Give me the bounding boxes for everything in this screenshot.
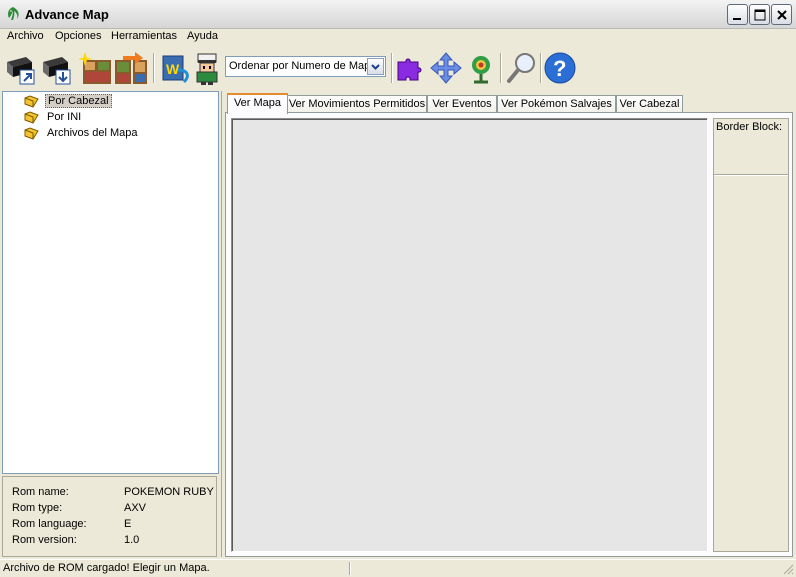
divider xyxy=(714,174,788,176)
border-block-panel: Border Block: xyxy=(713,118,789,552)
rom-version-label: Rom version: xyxy=(12,534,77,546)
border-block-label: Border Block: xyxy=(716,121,783,133)
open-rom-button[interactable] xyxy=(4,50,40,86)
menu-herramientas[interactable]: Herramientas xyxy=(111,30,177,42)
sort-select-value: Ordenar por Numero de Mapa xyxy=(229,60,367,72)
menu-bar: Archivo Opciones Herramientas Ayuda xyxy=(0,29,796,45)
folder-icon xyxy=(24,95,39,108)
save-rom-icon xyxy=(43,57,71,85)
trainer-icon xyxy=(196,53,218,85)
help-button[interactable]: ? xyxy=(542,50,578,86)
rom-info-panel: Rom name: POKEMON RUBY Rom type: AXV Rom… xyxy=(2,476,217,557)
wild-pokemon-button[interactable] xyxy=(462,50,498,86)
sort-select[interactable]: Ordenar por Numero de Mapa xyxy=(225,56,386,77)
minimize-icon xyxy=(733,18,741,20)
puzzle-icon xyxy=(397,58,422,81)
leaf-icon xyxy=(8,7,19,20)
map-header-icon xyxy=(77,52,111,84)
chevron-down-icon[interactable] xyxy=(367,58,384,75)
svg-text:?: ? xyxy=(553,56,566,81)
map-tree[interactable]: Por Cabezal Por INI Archivos del Mapa xyxy=(2,91,219,474)
move-arrows-button[interactable] xyxy=(428,50,464,86)
minimize-button[interactable] xyxy=(727,4,748,25)
rom-language-label: Rom language: xyxy=(12,518,87,530)
tab-ver-mapa[interactable]: Ver Mapa xyxy=(227,93,288,114)
connections-icon xyxy=(115,52,147,84)
rom-language-value: E xyxy=(124,518,132,530)
panel-splitter[interactable] xyxy=(221,91,224,557)
resize-grip-icon[interactable] xyxy=(782,563,794,575)
svg-text:W: W xyxy=(166,61,180,77)
menu-archivo[interactable]: Archivo xyxy=(7,30,44,42)
map-canvas[interactable] xyxy=(231,118,708,552)
tree-item-label: Por Cabezal xyxy=(45,94,112,108)
menu-ayuda[interactable]: Ayuda xyxy=(187,30,218,42)
folder-icon xyxy=(24,127,39,140)
search-icon xyxy=(507,53,535,83)
rom-version-value: 1.0 xyxy=(124,534,140,546)
tree-item-label: Por INI xyxy=(47,111,82,123)
status-text: Archivo de ROM cargado! Elegir un Mapa. xyxy=(3,562,210,574)
open-rom-icon xyxy=(7,57,35,85)
tab-ver-eventos[interactable]: Ver Eventos xyxy=(427,95,497,113)
move-arrows-icon xyxy=(430,52,462,84)
wild-pokemon-icon xyxy=(472,56,490,84)
search-button[interactable] xyxy=(504,50,540,86)
tab-ver-cabezal[interactable]: Ver Cabezal xyxy=(616,95,683,113)
map-header-button[interactable] xyxy=(77,50,115,86)
maximize-icon xyxy=(754,9,766,21)
rom-name-value: POKEMON RUBY xyxy=(124,486,214,498)
close-button[interactable] xyxy=(771,4,792,25)
toolbar-separator xyxy=(153,53,155,83)
save-rom-button[interactable] xyxy=(40,50,76,86)
window-title: Advance Map xyxy=(25,7,109,22)
toolbar: W Ordenar por Numero de Mapa ? xyxy=(0,45,796,91)
rom-name-label: Rom name: xyxy=(12,486,69,498)
status-bar: Archivo de ROM cargado! Elegir un Mapa. xyxy=(0,559,796,577)
close-icon xyxy=(777,10,787,20)
connections-button[interactable] xyxy=(113,50,149,86)
rom-type-value: AXV xyxy=(124,502,147,514)
trainer-button[interactable] xyxy=(189,50,225,86)
status-separator xyxy=(349,562,351,575)
help-icon: ? xyxy=(544,52,576,84)
maximize-button[interactable] xyxy=(749,4,770,25)
folder-icon xyxy=(24,111,39,124)
toolbar-separator xyxy=(500,53,502,83)
rom-type-label: Rom type: xyxy=(12,502,63,514)
menu-opciones[interactable]: Opciones xyxy=(55,30,101,42)
tree-item-label: Archivos del Mapa xyxy=(47,127,138,139)
tab-ver-movimientos-permitidos[interactable]: Ver Movimientos Permitidos xyxy=(287,95,427,113)
tab-page-ver-mapa: Border Block: xyxy=(225,112,793,557)
title-bar: Advance Map xyxy=(0,0,796,29)
tab-ver-pokemon-salvajes[interactable]: Ver Pokémon Salvajes xyxy=(497,95,616,113)
puzzle-button[interactable] xyxy=(393,50,429,86)
